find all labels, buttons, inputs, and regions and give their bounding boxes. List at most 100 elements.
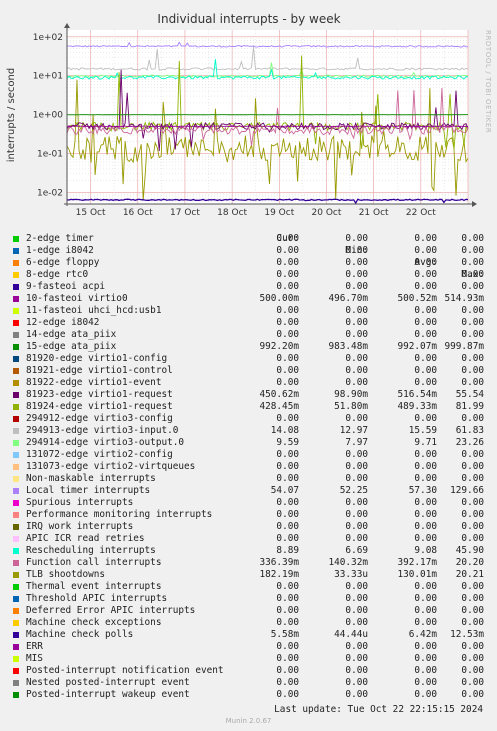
legend-row: Spurious interrupts 0.00 0.00 0.00 0.00 (12, 497, 486, 509)
legend-swatch (13, 524, 19, 530)
legend-row: APIC ICR read retries 0.00 0.00 0.00 0.00 (12, 533, 486, 545)
legend-min: 0.00 (345, 353, 368, 364)
legend-cur: 428.45m (259, 401, 299, 412)
x-tick-label: 21 Oct (359, 208, 389, 218)
legend-min: 0.00 (345, 497, 368, 508)
legend-label: 15-edge ata_piix (26, 341, 117, 352)
legend-max: 0.00 (461, 617, 484, 628)
legend-label: 11-fasteoi uhci_hcd:usb1 (26, 305, 162, 316)
legend-row: Function call interrupts 336.39m 140.32m 39… (12, 557, 486, 569)
legend-swatch (13, 272, 19, 278)
legend-swatch (13, 356, 19, 362)
legend-row: Threshold APIC interrupts 0.00 0.00 0.00 0.0… (12, 593, 486, 605)
legend-swatch (13, 620, 19, 626)
legend-label: Deferred Error APIC interrupts (26, 605, 196, 616)
legend-swatch (13, 548, 19, 554)
legend-label: 131072-edge virtio2-config (26, 449, 173, 460)
legend-min: 98.90m (334, 389, 368, 400)
legend-swatch (13, 512, 19, 518)
legend-max: 12.53m (450, 629, 484, 640)
munin-version: Munin 2.0.67 (225, 717, 272, 725)
legend-swatch (13, 464, 19, 470)
legend-max: 0.00 (461, 233, 484, 244)
legend-swatch (13, 536, 19, 542)
legend-cur: 8.89 (276, 545, 299, 556)
legend-cur: 0.00 (276, 413, 299, 424)
legend-min: 0.00 (345, 365, 368, 376)
legend-min: 0.00 (345, 593, 368, 604)
legend-cur: 0.00 (276, 689, 299, 700)
legend-max: 0.00 (461, 305, 484, 316)
legend-min: 0.00 (345, 509, 368, 520)
legend-min: 0.00 (345, 605, 368, 616)
legend-min: 0.00 (345, 461, 368, 472)
chart-title: Individual interrupts - by week (157, 12, 340, 26)
legend-swatch (13, 284, 19, 290)
legend-min: 0.00 (345, 653, 368, 664)
legend-row: 9-fasteoi acpi 0.00 0.00 0.00 0.00 (12, 281, 486, 293)
legend-swatch (13, 368, 19, 374)
legend-cur: 0.00 (276, 233, 299, 244)
legend-swatch (13, 404, 19, 410)
legend-row: IRQ work interrupts 0.00 0.00 0.00 0.00 (12, 521, 486, 533)
legend-max: 0.00 (461, 509, 484, 520)
legend-cur: 336.39m (259, 557, 299, 568)
legend-label: 294912-edge virtio3-config (26, 413, 173, 424)
legend-min: 0.00 (345, 617, 368, 628)
legend-min: 51.80m (334, 401, 368, 412)
legend-label: 10-fasteoi virtio0 (26, 293, 128, 304)
legend-label: 81924-edge virtio1-request (26, 401, 173, 412)
legend-label: 14-edge ata_piix (26, 329, 117, 340)
legend-max: 0.00 (461, 593, 484, 604)
legend-max: 0.00 (461, 377, 484, 388)
legend-swatch (13, 500, 19, 506)
legend-cur: 0.00 (276, 521, 299, 532)
legend-max: 0.00 (461, 641, 484, 652)
legend-swatch (13, 584, 19, 590)
legend-row: Local timer interrupts 54.07 52.25 57.30 129… (12, 485, 486, 497)
legend-row: Deferred Error APIC interrupts 0.00 0.00 0.… (12, 605, 486, 617)
rrdtool-credit: RRDTOOL / TOBI OETIKER (484, 30, 492, 133)
legend-label: 1-edge i8042 (26, 245, 94, 256)
legend-max: 0.00 (461, 365, 484, 376)
legend-max: 0.00 (461, 245, 484, 256)
legend-max: 0.00 (461, 269, 484, 280)
legend-row: 8-edge rtc0 0.00 0.00 0.00 0.00 (12, 269, 486, 281)
legend-min: 496.70m (328, 293, 368, 304)
legend-label: IRQ work interrupts (26, 521, 134, 532)
legend-swatch (13, 416, 19, 422)
legend-label: Nested posted-interrupt event (26, 677, 190, 688)
legend-label: 8-edge rtc0 (26, 269, 89, 280)
legend-row: 6-edge floppy 0.00 0.00 0.00 0.00 (12, 257, 486, 269)
legend-max: 81.99 (455, 401, 484, 412)
legend-max: 514.93m (444, 293, 484, 304)
legend-min: 140.32m (328, 557, 368, 568)
legend-row: 81923-edge virtio1-request 450.62m 98.90m 5… (12, 389, 486, 401)
legend-row: 81924-edge virtio1-request 428.45m 51.80m 4… (12, 401, 486, 413)
legend-label: 294913-edge virtio3-input.0 (26, 425, 179, 436)
legend-max: 0.00 (461, 329, 484, 340)
y-tick-label: 1e-01 (37, 149, 63, 159)
legend-cur: 182.19m (259, 569, 299, 580)
legend-row: 81921-edge virtio1-control 0.00 0.00 0.00 0.… (12, 365, 486, 377)
legend-min: 44.44u (334, 629, 368, 640)
legend-row: 12-edge i8042 0.00 0.00 0.00 0.00 (12, 317, 486, 329)
legend-label: 2-edge timer (26, 233, 94, 244)
legend-swatch (13, 668, 19, 674)
legend-label: Spurious interrupts (26, 497, 134, 508)
legend-cur: 0.00 (276, 473, 299, 484)
legend-swatch (13, 236, 19, 242)
x-tick-label: 20 Oct (312, 208, 342, 218)
legend-min: 0.00 (345, 305, 368, 316)
legend-min: 983.48m (328, 341, 368, 352)
legend-min: 6.69 (345, 545, 368, 556)
legend-label: Threshold APIC interrupts (26, 593, 168, 604)
legend-swatch (13, 428, 19, 434)
legend-row: MIS 0.00 0.00 0.00 0.00 (12, 653, 486, 665)
legend-max: 0.00 (461, 281, 484, 292)
legend-cur: 9.59 (276, 437, 299, 448)
x-axis-arrow (472, 201, 477, 207)
legend-row: 131073-edge virtio2-virtqueues 0.00 0.00 0.… (12, 461, 486, 473)
legend-max: 0.00 (461, 521, 484, 532)
legend-row: 14-edge ata_piix 0.00 0.00 0.00 0.00 (12, 329, 486, 341)
